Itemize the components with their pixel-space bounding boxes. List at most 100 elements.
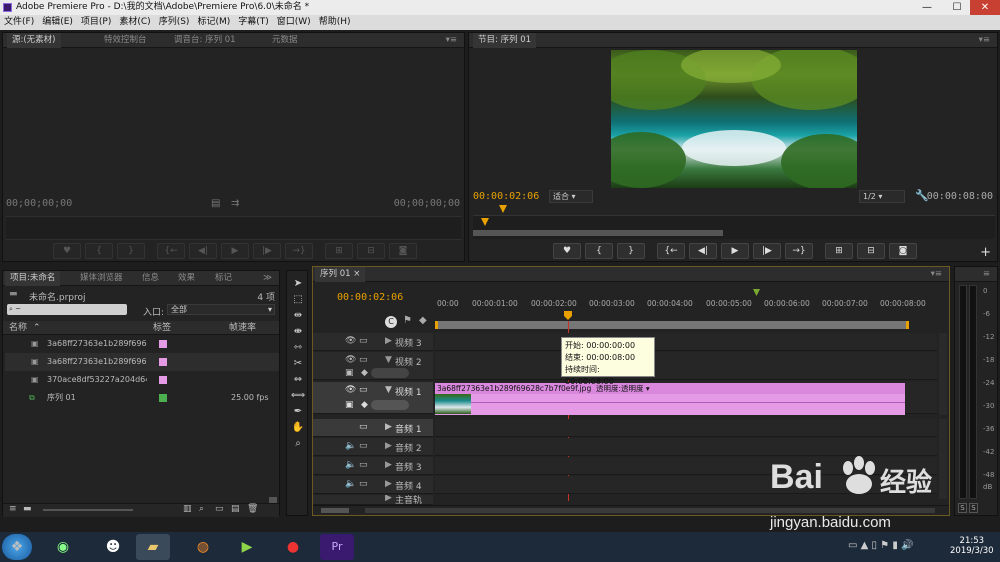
premiere-icon[interactable]: Pr: [320, 534, 354, 560]
column-framerate[interactable]: 帧速率: [229, 321, 256, 335]
sequence-marker-icon[interactable]: [753, 289, 760, 296]
source-overwrite-button[interactable]: ⊟: [357, 243, 385, 259]
track-header-video2[interactable]: 👁 ▭ ▼ 视频 2 ▣ ◆: [313, 352, 433, 380]
record-icon[interactable]: ●: [276, 534, 310, 560]
program-playhead-icon[interactable]: [499, 205, 507, 213]
display-style-icon[interactable]: ▣: [345, 400, 354, 410]
program-lift-button[interactable]: ⊞: [825, 243, 853, 259]
sort-ascending-icon[interactable]: ⌃: [33, 321, 41, 335]
speaker-icon[interactable]: 🔈: [345, 479, 356, 489]
keyframe-nav-pill[interactable]: [371, 400, 409, 410]
automate-icon[interactable]: ▥: [183, 504, 192, 514]
slip-tool-icon[interactable]: ⇔: [290, 373, 306, 387]
eye-icon[interactable]: 👁: [345, 336, 356, 346]
program-out-button[interactable]: }: [617, 243, 645, 259]
time-ruler[interactable]: 00:00 00:00:01:00 00:00:02:00 00:00:03:0…: [435, 299, 935, 313]
list-view-icon[interactable]: ≡: [9, 504, 17, 514]
project-search-input[interactable]: ⌕ ~: [7, 304, 127, 315]
source-scrubber[interactable]: [6, 216, 461, 240]
track-header-audio1[interactable]: ▭ ▶ 音频 1: [313, 419, 433, 437]
zoom-handle[interactable]: [321, 508, 349, 513]
firefox-icon[interactable]: ◍: [186, 534, 220, 560]
ripple-edit-tool-icon[interactable]: ⇹: [290, 309, 306, 323]
lock-icon[interactable]: ▭: [359, 336, 368, 346]
program-play-button[interactable]: ▶: [721, 243, 749, 259]
eye-icon[interactable]: 👁: [345, 355, 356, 365]
solo-right-button[interactable]: S: [969, 503, 978, 513]
column-name[interactable]: 名称: [9, 321, 27, 335]
source-goto-in-button[interactable]: {←: [157, 243, 185, 259]
maximize-button[interactable]: ☐: [942, 0, 972, 15]
tab-markers[interactable]: 标记: [210, 271, 237, 286]
rolling-edit-tool-icon[interactable]: ⇼: [290, 325, 306, 339]
work-area-bar[interactable]: [435, 321, 909, 329]
tab-info[interactable]: 信息: [137, 271, 164, 286]
menu-window[interactable]: 窗口(W): [273, 15, 315, 30]
menu-marker[interactable]: 标记(M): [193, 15, 234, 30]
hand-tool-icon[interactable]: ✋: [290, 421, 306, 435]
list-item[interactable]: ▣ 3a68ff27363e1b289f69628c: [5, 353, 279, 371]
menu-title[interactable]: 字幕(T): [234, 15, 273, 30]
program-step-forward-button[interactable]: |▶: [753, 243, 781, 259]
speaker-icon[interactable]: 🔈: [345, 441, 356, 451]
keyframe-icon[interactable]: ◆: [361, 368, 368, 378]
track-header-audio3[interactable]: 🔈 ▭ ▶ 音频 3: [313, 457, 433, 475]
video-clip[interactable]: 3a68ff27363e1b289f69628c7b7f0e9f.jpg 透明度…: [435, 383, 905, 415]
zoom-slider[interactable]: [43, 509, 133, 511]
expand-triangle-icon[interactable]: ▶: [385, 441, 392, 451]
menu-file[interactable]: 文件(F): [0, 15, 38, 30]
panel-menu-icon[interactable]: ≡: [978, 267, 995, 282]
fit-dropdown[interactable]: 适合 ▾: [549, 190, 593, 203]
entry-dropdown[interactable]: 全部 ▾: [167, 304, 275, 315]
speaker-icon[interactable]: 🔈: [345, 460, 356, 470]
menu-clip[interactable]: 素材(C): [115, 15, 154, 30]
expand-triangle-icon[interactable]: ▶: [385, 422, 392, 432]
program-export-frame-button[interactable]: ◙: [889, 243, 917, 259]
keyframe-nav-pill[interactable]: [371, 368, 409, 378]
selection-tool-icon[interactable]: ➤: [290, 277, 306, 291]
eye-icon[interactable]: 👁: [345, 385, 356, 395]
playhead-icon[interactable]: [564, 311, 572, 320]
horizontal-scrollbar[interactable]: [435, 508, 935, 513]
tab-project[interactable]: 项目:未命名: [5, 271, 61, 286]
panel-menu-icon[interactable]: ▾≡: [974, 33, 995, 48]
keyframe-icon[interactable]: ◆: [361, 400, 368, 410]
camtasia-icon[interactable]: ▶: [230, 534, 264, 560]
panel-menu-icon[interactable]: ▾≡: [441, 33, 462, 48]
film-icon[interactable]: ▤: [211, 198, 220, 209]
track-header-master[interactable]: ▶ 主音轨: [313, 495, 433, 505]
collapse-triangle-icon[interactable]: ▼: [385, 355, 392, 365]
tab-media-browser[interactable]: 媒体浏览器: [75, 271, 128, 286]
marker-icon[interactable]: ⚑: [403, 315, 412, 326]
track-row-video3[interactable]: [435, 333, 937, 351]
tab-program[interactable]: 节目: 序列 01: [473, 33, 537, 48]
zoom-tool-icon[interactable]: ⌕: [290, 437, 306, 451]
tab-effects[interactable]: 效果: [173, 271, 200, 286]
program-step-back-button[interactable]: ◀|: [689, 243, 717, 259]
track-row-audio2[interactable]: [435, 438, 937, 456]
find-icon[interactable]: ⌕: [199, 504, 204, 514]
360-browser-icon[interactable]: ◉: [46, 534, 80, 560]
program-in-button[interactable]: {: [585, 243, 613, 259]
lock-icon[interactable]: ▭: [359, 355, 368, 365]
list-item[interactable]: ▣ 3a68ff27363e1b289f69628c: [5, 335, 279, 353]
lock-icon[interactable]: ▭: [359, 385, 368, 395]
minimize-button[interactable]: —: [912, 0, 942, 15]
track-header-audio4[interactable]: 🔈 ▭ ▶ 音频 4: [313, 476, 433, 494]
list-item[interactable]: ⧉ 序列 01 25.00 fps: [5, 389, 279, 407]
program-goto-in-button[interactable]: {←: [657, 243, 685, 259]
tab-source[interactable]: 源:(无素材): [7, 33, 61, 48]
program-scrubber[interactable]: [473, 215, 995, 239]
expand-triangle-icon[interactable]: ▶: [385, 479, 392, 489]
add-button-icon[interactable]: +: [980, 245, 991, 260]
panel-menu-icon[interactable]: ≫: [258, 271, 277, 286]
timeline-timecode[interactable]: 00:00:02:06: [337, 292, 403, 303]
source-goto-out-button[interactable]: →}: [285, 243, 313, 259]
program-timecode[interactable]: 00:00:02:06: [473, 191, 539, 202]
panel-menu-icon[interactable]: ▾≡: [926, 267, 947, 282]
zoom-slider[interactable]: [365, 508, 445, 513]
track-row-audio1[interactable]: [435, 419, 937, 437]
track-header-audio2[interactable]: 🔈 ▭ ▶ 音频 2: [313, 438, 433, 456]
lock-icon[interactable]: ▭: [359, 479, 368, 489]
file-explorer-icon[interactable]: ▰: [136, 534, 170, 560]
